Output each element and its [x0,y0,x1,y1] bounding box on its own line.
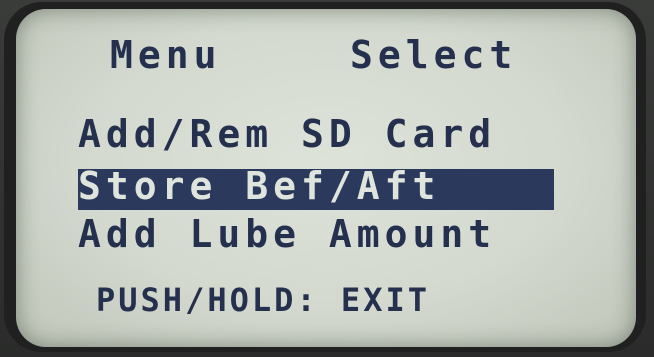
device-body: Menu Select Add/Rem SD Card Store Bef/Af… [0,0,654,357]
menu-item-add-lube-amount[interactable]: Add Lube Amount [78,215,496,253]
footer-hint: PUSH/HOLD: EXIT [96,281,430,319]
header-select-label: Select [350,33,518,77]
lcd-screen: Menu Select Add/Rem SD Card Store Bef/Af… [16,9,636,347]
menu-item-store-bef-aft[interactable]: Store Bef/Aft [78,167,440,205]
menu-item-add-rem-sd-card[interactable]: Add/Rem SD Card [78,115,496,153]
header-menu-label: Menu [110,33,222,77]
